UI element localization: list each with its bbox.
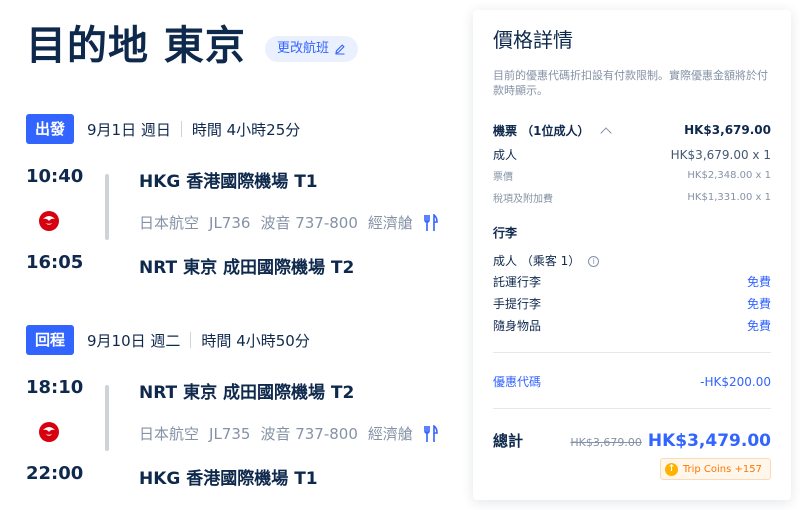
total-row: 總計 HK$3,679.00 HK$3,479.00 <box>493 430 771 451</box>
route-line <box>105 385 109 451</box>
outbound-flight-no: JL736 <box>209 213 251 232</box>
trip-coins-badge: ↑ Trip Coins +157 <box>659 458 771 480</box>
promo-code-row[interactable]: 優惠代碼 -HK$200.00 <box>493 373 771 390</box>
ticket-label: 機票 （1位成人） <box>493 124 590 138</box>
page-title: 目的地 東京 <box>26 23 246 69</box>
return-arrive-airport: HKG 香港國際機場 T1 <box>139 469 318 489</box>
coin-icon: ↑ <box>664 462 678 476</box>
return-flight-info: 日本航空 JL735 波音 737-800 經濟艙 <box>139 423 439 444</box>
outbound-airline: 日本航空 <box>139 214 200 232</box>
outbound-header: 出發 9月1日 週日 時間 4小時25分 <box>26 114 456 144</box>
promo-note: 目前的優惠代碼折扣設有付款限制。實際優惠金額將於付款時顯示。 <box>493 69 768 97</box>
chevron-up-icon[interactable] <box>599 127 612 139</box>
outbound-segment: 出發 9月1日 週日 時間 4小時25分 10:40 HKG 香港國際機場 T1… <box>26 114 456 284</box>
return-date: 9月10日 週二 <box>87 331 181 350</box>
divider <box>190 332 192 348</box>
ticket-row[interactable]: 機票 （1位成人） HK$3,679.00 <box>493 120 771 139</box>
return-airline: 日本航空 <box>139 425 200 443</box>
tax-row: 稅項及附加費 HK$1,331.00 x 1 <box>493 190 771 205</box>
total-discounted-price: HK$3,479.00 <box>647 430 771 451</box>
baggage-title-row: 行李 <box>493 224 771 241</box>
carryon-baggage-row: 手提行李 免費 <box>493 295 771 312</box>
return-header: 回程 9月10日 週二 時間 4小時50分 <box>26 325 456 355</box>
price-details-title: 價格詳情 <box>493 28 573 52</box>
fare-value: HK$2,348.00 x 1 <box>687 170 771 181</box>
checked-baggage-row: 託運行李 免費 <box>493 273 771 290</box>
adult-value: HK$3,679.00 x 1 <box>670 147 771 162</box>
baggage-pax-group: 成人 （乘客 1） i <box>493 250 600 269</box>
trip-coins-label: Trip Coins +157 <box>682 463 762 475</box>
ticket-total: HK$3,679.00 <box>684 122 771 137</box>
adult-label: 成人 <box>493 148 518 162</box>
outbound-cabin: 經濟艙 <box>367 214 413 232</box>
change-flight-button[interactable]: 更改航班 <box>265 36 359 62</box>
personal-item-label: 隨身物品 <box>493 319 542 333</box>
ticket-label-group: 機票 （1位成人） <box>493 120 612 139</box>
outbound-depart-time: 10:40 <box>26 166 84 187</box>
divider <box>493 408 771 409</box>
baggage-title: 行李 <box>493 226 518 240</box>
return-segment: 回程 9月10日 週二 時間 4小時50分 18:10 NRT 東京 成田國際機… <box>26 325 456 495</box>
return-flight-no: JL735 <box>209 424 251 443</box>
fare-row: 票價 HK$2,348.00 x 1 <box>493 168 771 183</box>
return-depart-time: 18:10 <box>26 377 84 398</box>
tax-label: 稅項及附加費 <box>493 194 553 205</box>
fork-knife-icon[interactable] <box>423 213 439 232</box>
fare-label: 票價 <box>493 172 513 183</box>
return-depart-airport: NRT 東京 成田國際機場 T2 <box>139 383 355 403</box>
outbound-depart-airport: HKG 香港國際機場 T1 <box>139 172 318 192</box>
return-aircraft: 波音 737-800 <box>260 425 358 443</box>
baggage-pax-row: 成人 （乘客 1） i <box>493 250 771 269</box>
return-badge: 回程 <box>26 325 75 355</box>
outbound-aircraft: 波音 737-800 <box>260 214 358 232</box>
outbound-arrive-airport: NRT 東京 成田國際機場 T2 <box>139 258 355 278</box>
change-flight-label: 更改航班 <box>277 41 330 56</box>
fork-knife-icon[interactable] <box>423 424 439 443</box>
promo-code-value: -HK$200.00 <box>700 374 771 389</box>
outbound-flight-info: 日本航空 JL736 波音 737-800 經濟艙 <box>139 212 439 233</box>
carryon-baggage-label: 手提行李 <box>493 297 542 311</box>
divider <box>493 352 771 353</box>
divider <box>180 121 182 137</box>
price-details-panel: 價格詳情 目前的優惠代碼折扣設有付款限制。實際優惠金額將於付款時顯示。 機票 （… <box>473 10 791 500</box>
return-arrive-time: 22:00 <box>26 463 84 484</box>
personal-item-value: 免費 <box>746 319 771 333</box>
outbound-arrive-time: 16:05 <box>26 252 84 273</box>
total-original-price: HK$3,679.00 <box>570 435 642 449</box>
checked-baggage-label: 託運行李 <box>493 275 542 289</box>
japan-airlines-crane-icon <box>39 422 59 442</box>
adult-row: 成人 HK$3,679.00 x 1 <box>493 146 771 163</box>
info-icon[interactable]: i <box>588 256 600 267</box>
return-cabin: 經濟艙 <box>367 425 413 443</box>
outbound-badge: 出發 <box>26 114 75 144</box>
route-line <box>105 174 109 240</box>
outbound-date: 9月1日 週日 <box>87 120 171 139</box>
carryon-baggage-value: 免費 <box>746 297 771 311</box>
japan-airlines-crane-icon <box>39 211 59 231</box>
checked-baggage-value: 免費 <box>746 275 771 289</box>
promo-code-label: 優惠代碼 <box>493 375 542 389</box>
pencil-icon <box>335 44 345 55</box>
baggage-pax: 成人 （乘客 1） <box>493 254 581 268</box>
total-amounts: HK$3,679.00 HK$3,479.00 <box>570 431 771 451</box>
total-label: 總計 <box>493 432 524 450</box>
return-duration: 時間 4小時50分 <box>201 331 310 350</box>
personal-item-row: 隨身物品 免費 <box>493 317 771 334</box>
tax-value: HK$1,331.00 x 1 <box>687 192 771 203</box>
outbound-duration: 時間 4小時25分 <box>191 120 301 139</box>
